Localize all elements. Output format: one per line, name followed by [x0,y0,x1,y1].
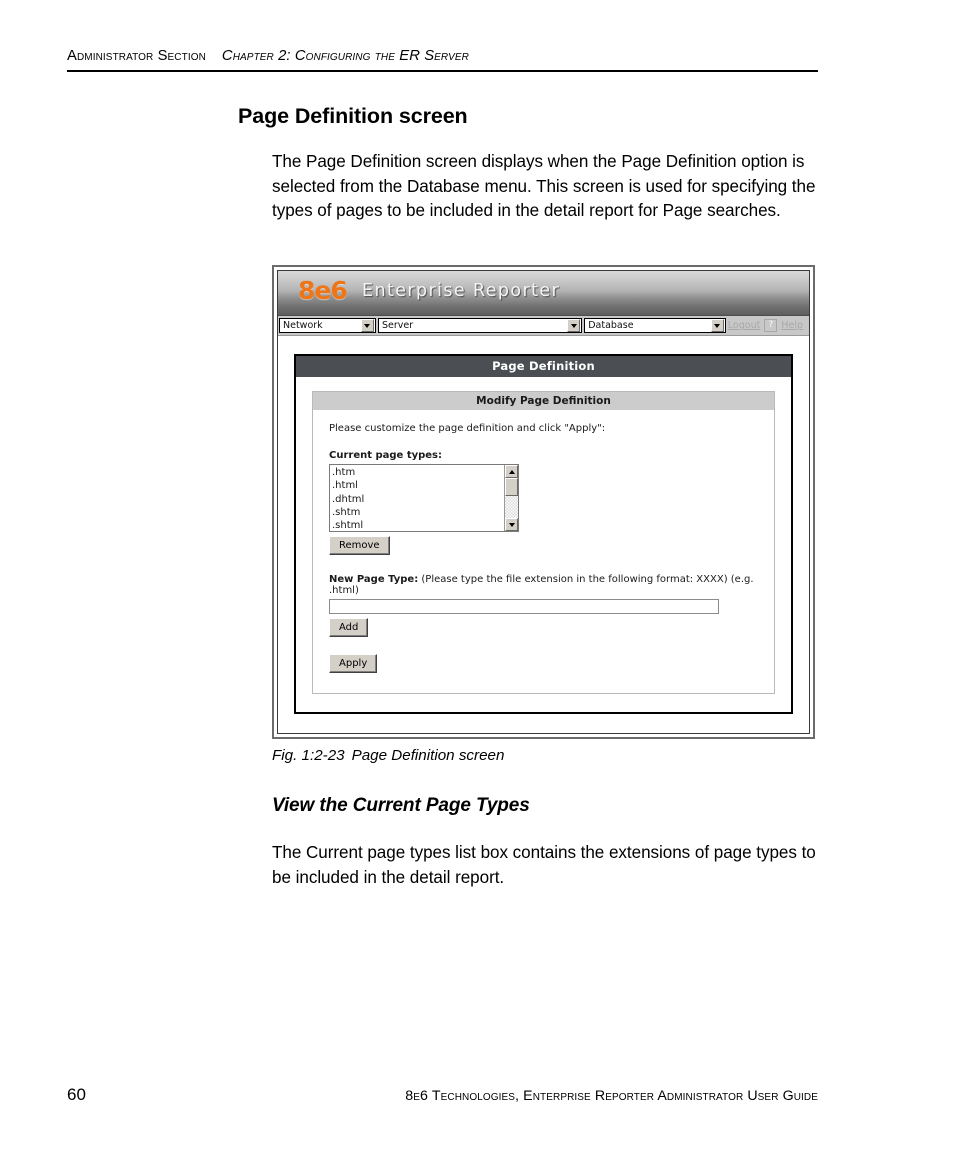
page-number: 60 [67,1085,86,1104]
list-item[interactable]: .html [332,479,504,492]
help-link[interactable]: Help [781,320,803,331]
add-button[interactable]: Add [329,618,369,637]
chevron-down-icon[interactable] [567,319,581,332]
scroll-up-icon[interactable] [505,465,518,478]
scroll-down-icon[interactable] [505,518,518,531]
new-page-type-label: New Page Type: [329,574,419,585]
database-menu-dropdown[interactable]: Database [584,318,726,333]
screenshot-inner-frame: 8e6 Enterprise Reporter Network Server D… [277,270,810,734]
header-section-label: Administrator Section [67,48,206,64]
modify-page-definition-card: Modify Page Definition Please customize … [312,391,775,694]
new-page-type-input[interactable] [329,599,719,614]
list-item[interactable]: .dhtml [332,493,504,506]
network-menu-dropdown[interactable]: Network [279,318,376,333]
subsection-paragraph: The Current page types list box contains… [272,843,816,887]
scrollbar-thumb[interactable] [505,478,518,496]
list-item[interactable]: .shtm [332,506,504,519]
card-title: Modify Page Definition [313,392,774,410]
intro-paragraph: The Page Definition screen displays when… [272,152,816,221]
server-menu-label: Server [381,320,414,331]
panel-title-bar: Page Definition [296,356,791,377]
server-menu-dropdown[interactable]: Server [377,318,583,333]
figure-number: Fig. 1:2-23 [272,747,345,764]
scrollbar-track[interactable] [505,496,518,518]
page-definition-panel: Page Definition Modify Page Definition P… [294,354,793,714]
list-item[interactable]: .htm [332,466,504,479]
card-body: Please customize the page definition and… [313,410,774,693]
header-chapter-label: Chapter 2: Configuring the ER Server [221,48,469,64]
chevron-down-icon[interactable] [360,319,374,332]
menu-utility-links: Logout ? Help [728,319,808,332]
app-menu-bar: Network Server Database Logout ? Help [278,316,809,336]
listbox-scrollbar[interactable] [504,465,518,531]
brand-logo-icon: 8e6 [298,276,348,305]
help-question-icon[interactable]: ? [764,319,778,332]
app-name-label: Enterprise Reporter [362,281,561,301]
database-menu-label: Database [588,320,634,331]
instruction-text: Please customize the page definition and… [329,423,606,434]
header-divider [67,70,818,72]
current-page-types-label: Current page types: [329,450,443,461]
remove-button[interactable]: Remove [329,536,390,555]
panel-body: Modify Page Definition Please customize … [296,377,791,712]
apply-button[interactable]: Apply [329,654,378,673]
figure-screenshot: 8e6 Enterprise Reporter Network Server D… [272,265,815,739]
running-header: Administrator Section Chapter 2: Configu… [67,48,818,72]
new-page-type-row: New Page Type: (Please type the file ext… [329,574,758,596]
current-page-types-listbox[interactable]: .htm .html .dhtml .shtm .shtml [329,464,519,532]
list-item[interactable]: .shtml [332,519,504,531]
subsection-heading: View the Current Page Types [272,795,530,816]
figure-caption: Fig. 1:2-23 Page Definition screen [272,747,504,764]
page-footer: 60 8e6 Technologies, Enterprise Reporter… [67,1085,818,1105]
app-content-area: Page Definition Modify Page Definition P… [278,336,809,733]
app-title-bar: 8e6 Enterprise Reporter [278,271,809,316]
logout-link[interactable]: Logout [728,320,761,331]
page-title: Page Definition screen [238,104,468,128]
chevron-down-icon[interactable] [710,319,724,332]
listbox-items[interactable]: .htm .html .dhtml .shtm .shtml [330,465,504,531]
footer-text: 8e6 Technologies, Enterprise Reporter Ad… [405,1088,818,1104]
figure-caption-text: Page Definition screen [351,747,505,764]
network-menu-label: Network [283,320,323,331]
